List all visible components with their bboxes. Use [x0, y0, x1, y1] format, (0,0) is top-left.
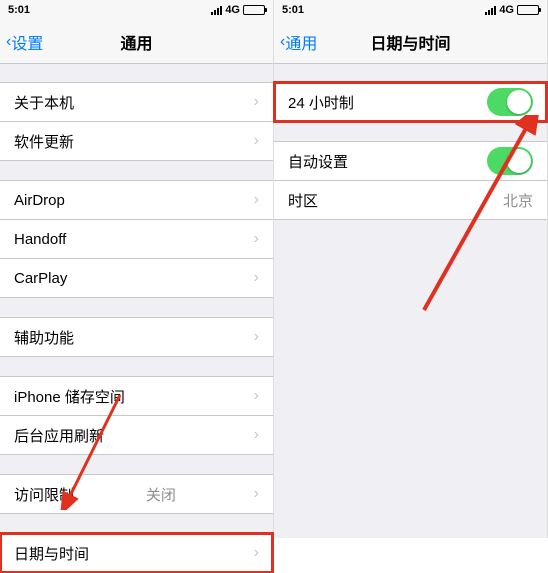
status-time: 5:01	[282, 4, 304, 16]
row-label: 时区	[288, 190, 318, 211]
row-label: AirDrop	[14, 192, 65, 209]
chevron-right-icon: ›	[254, 191, 259, 209]
toggle-24-hour[interactable]	[487, 88, 533, 116]
battery-icon	[243, 5, 265, 15]
status-network: 4G	[225, 4, 240, 16]
chevron-right-icon: ›	[254, 93, 259, 111]
row-airdrop[interactable]: AirDrop ›	[0, 180, 273, 220]
chevron-right-icon: ›	[254, 544, 259, 562]
battery-icon	[517, 5, 539, 15]
row-label: CarPlay	[14, 270, 67, 287]
nav-bar: ‹ 通用 日期与时间	[274, 20, 547, 64]
status-network: 4G	[499, 4, 514, 16]
row-label: 辅助功能	[14, 327, 74, 348]
back-label: 通用	[285, 30, 317, 54]
row-value: 关闭	[146, 484, 176, 505]
chevron-right-icon: ›	[254, 485, 259, 503]
status-bar: 5:01 4G	[0, 0, 273, 20]
signal-icon	[211, 6, 222, 15]
chevron-right-icon: ›	[254, 426, 259, 444]
screen-general: 5:01 4G ‹ 设置 通用 关于本机 › 软件更新 › AirDrop	[0, 0, 274, 538]
row-accessibility[interactable]: 辅助功能 ›	[0, 317, 273, 357]
chevron-right-icon: ›	[254, 328, 259, 346]
status-time: 5:01	[8, 4, 30, 16]
row-label: 后台应用刷新	[14, 425, 104, 446]
nav-bar: ‹ 设置 通用	[0, 20, 273, 64]
row-label: iPhone 储存空间	[14, 386, 125, 407]
chevron-right-icon: ›	[254, 269, 259, 287]
row-24-hour[interactable]: 24 小时制	[274, 82, 547, 122]
row-about[interactable]: 关于本机 ›	[0, 82, 273, 122]
row-handoff[interactable]: Handoff ›	[0, 219, 273, 259]
back-button[interactable]: ‹ 设置	[0, 30, 43, 54]
row-software-update[interactable]: 软件更新 ›	[0, 121, 273, 161]
row-date-time[interactable]: 日期与时间 ›	[0, 533, 273, 573]
row-auto-set[interactable]: 自动设置	[274, 141, 547, 181]
toggle-auto-set[interactable]	[487, 147, 533, 175]
row-restrictions[interactable]: 访问限制 关闭 ›	[0, 474, 273, 514]
row-background-refresh[interactable]: 后台应用刷新 ›	[0, 415, 273, 455]
row-storage[interactable]: iPhone 储存空间 ›	[0, 376, 273, 416]
row-label: 24 小时制	[288, 92, 354, 113]
chevron-right-icon: ›	[254, 230, 259, 248]
signal-icon	[485, 6, 496, 15]
row-label: Handoff	[14, 231, 66, 248]
row-timezone[interactable]: 时区 北京	[274, 180, 547, 220]
chevron-right-icon: ›	[254, 387, 259, 405]
chevron-right-icon: ›	[254, 132, 259, 150]
screen-date-time: 5:01 4G ‹ 通用 日期与时间 24 小时制 自动设置 时区	[274, 0, 548, 538]
row-carplay[interactable]: CarPlay ›	[0, 258, 273, 298]
row-label: 访问限制	[14, 484, 74, 505]
row-label: 日期与时间	[14, 543, 89, 564]
settings-list: 24 小时制 自动设置 时区 北京	[274, 82, 547, 220]
back-button[interactable]: ‹ 通用	[274, 30, 317, 54]
status-bar: 5:01 4G	[274, 0, 547, 20]
row-label: 软件更新	[14, 131, 74, 152]
row-label: 关于本机	[14, 92, 74, 113]
settings-list: 关于本机 › 软件更新 › AirDrop › Handoff › CarPla…	[0, 82, 273, 573]
row-label: 自动设置	[288, 151, 348, 172]
back-label: 设置	[11, 30, 43, 54]
row-value: 北京	[503, 190, 533, 211]
